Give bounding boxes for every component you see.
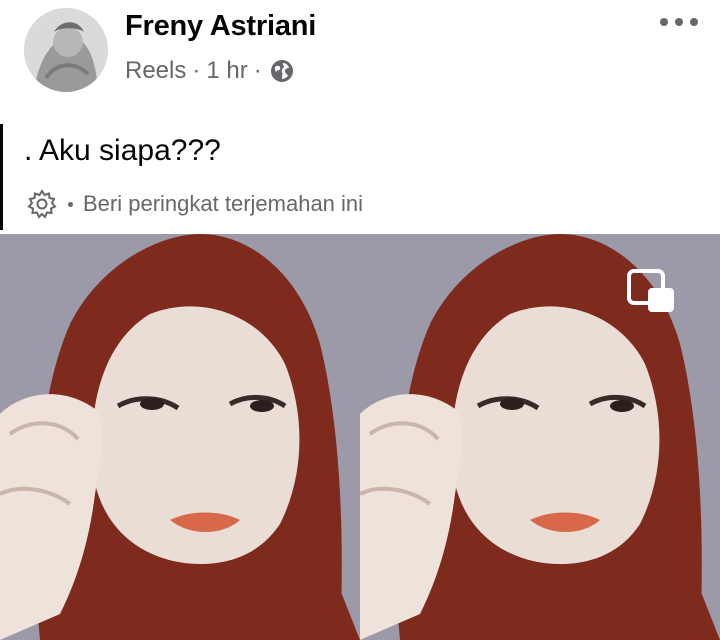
post-meta: Reels · 1 hr ·	[125, 56, 294, 86]
quote-bar	[0, 124, 3, 230]
post-time[interactable]: 1 hr	[206, 57, 247, 85]
more-dot	[660, 18, 668, 26]
more-dot	[690, 18, 698, 26]
post-text: . Aku siapa???	[24, 134, 221, 167]
picture-in-picture-icon[interactable]	[626, 268, 676, 314]
video-frame-left	[0, 234, 360, 640]
more-dot	[675, 18, 683, 26]
post-source[interactable]: Reels	[125, 57, 186, 85]
meta-separator: ·	[253, 57, 262, 84]
reel-video[interactable]	[0, 234, 720, 640]
globe-icon	[270, 60, 293, 82]
more-options-button[interactable]	[660, 14, 698, 30]
separator-dot	[68, 201, 73, 207]
post-header: Freny Astriani Reels · 1 hr ·	[0, 0, 720, 110]
translation-rating-text[interactable]: Beri peringkat terjemahan ini	[83, 191, 363, 217]
author-name[interactable]: Freny Astriani	[125, 10, 316, 43]
meta-separator: ·	[192, 57, 201, 84]
gear-icon	[27, 189, 57, 219]
post-body: . Aku siapa??? Beri peringkat terjemahan…	[0, 124, 720, 232]
translation-rating[interactable]: Beri peringkat terjemahan ini	[26, 188, 363, 220]
author-avatar[interactable]	[24, 8, 108, 92]
avatar-image	[24, 8, 108, 92]
